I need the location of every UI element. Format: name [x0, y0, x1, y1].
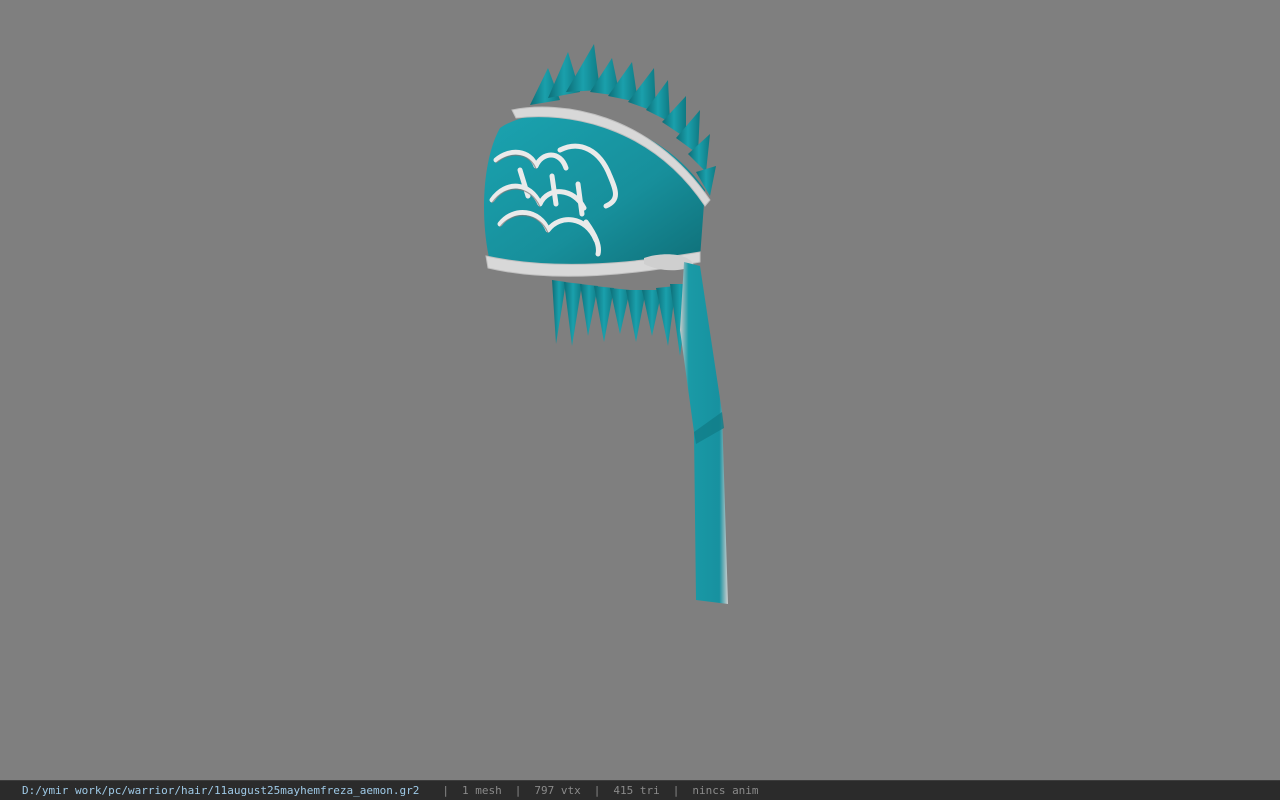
separator: |: [593, 784, 601, 797]
mesh-count: 1 mesh: [461, 784, 502, 797]
hair-model-icon: [484, 44, 728, 604]
3d-viewport[interactable]: [0, 0, 1280, 780]
separator: |: [514, 784, 522, 797]
separator: |: [442, 784, 449, 797]
status-bar: D:/ymir work/pc/warrior/hair/11august25m…: [0, 780, 1280, 800]
file-path: D:/ymir work/pc/warrior/hair/11august25m…: [22, 784, 420, 797]
separator: |: [672, 784, 680, 797]
vertex-count: 797 vtx: [534, 784, 581, 797]
triangle-count: 415 tri: [613, 784, 660, 797]
animation-info: nincs anim: [692, 784, 759, 797]
hair-spikes-bottom: [552, 280, 690, 356]
